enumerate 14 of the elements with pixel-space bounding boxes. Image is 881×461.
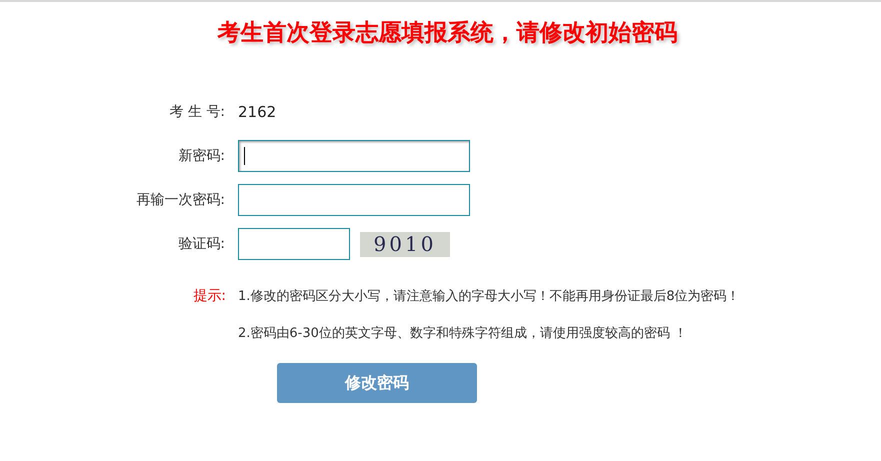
page-title: 考生首次登录志愿填报系统，请修改初始密码 <box>218 19 678 48</box>
field-label: 再输一次密码: <box>135 190 226 210</box>
captcha-field[interactable] <box>238 228 350 260</box>
change-password-button[interactable]: 修改密码 <box>277 362 477 402</box>
field-label: 验证码: <box>177 234 226 254</box>
field-label: 考 生 号: <box>168 102 226 122</box>
hint-text: 2.密码由6-30位的英文字母、数字和特殊字符组成，请使用强度较高的密码 ！ <box>238 325 688 343</box>
exam-number: 2162 <box>238 102 276 123</box>
captcha-image: 9010 <box>360 232 450 256</box>
hint-text: 1.修改的密码区分大小写，请注意输入的字母大小写！不能再用身份证最后8位为密码！ <box>238 288 740 306</box>
field-label: 新密码: <box>177 146 226 166</box>
password-field[interactable] <box>238 184 470 216</box>
password-field[interactable] <box>238 140 470 172</box>
hint-label: 提示: <box>192 287 226 306</box>
